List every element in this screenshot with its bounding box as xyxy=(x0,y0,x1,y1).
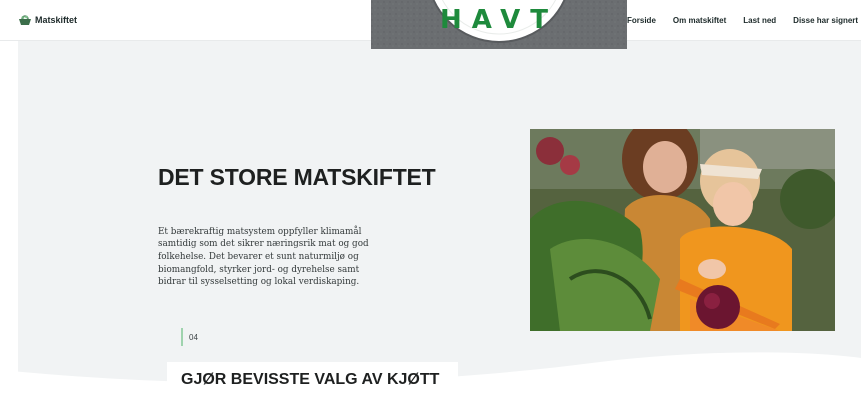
page-title: DET STORE MATSKIFTET xyxy=(158,164,436,190)
hero-photo xyxy=(530,129,835,331)
badge-stamp-icon: HAVT xyxy=(371,0,627,49)
basket-icon xyxy=(19,15,31,25)
nav-link-disse-har-signert[interactable]: Disse har signert xyxy=(793,16,858,25)
badge-text: HAVT xyxy=(440,5,558,35)
family-vegetables-image xyxy=(530,129,835,331)
nav-link-forside[interactable]: Forside xyxy=(627,16,656,25)
nav-link-last-ned[interactable]: Last ned xyxy=(743,16,776,25)
section-title: GJØR BEVISSTE VALG AV KJØTT xyxy=(181,371,440,388)
main-navigation: Forside Om matskiftet Last ned Disse har… xyxy=(627,16,858,25)
nav-link-om-matskiftet[interactable]: Om matskiftet xyxy=(673,16,726,25)
brand-name: Matskiftet xyxy=(35,15,78,25)
badge-image: HAVT xyxy=(371,0,627,49)
section-number: 04 xyxy=(181,328,198,346)
section-card: GJØR BEVISSTE VALG AV KJØTT xyxy=(167,362,458,398)
brand-logo[interactable]: Matskiftet xyxy=(18,14,77,26)
intro-paragraph: Et bærekraftig matsystem oppfyller klima… xyxy=(158,226,369,288)
